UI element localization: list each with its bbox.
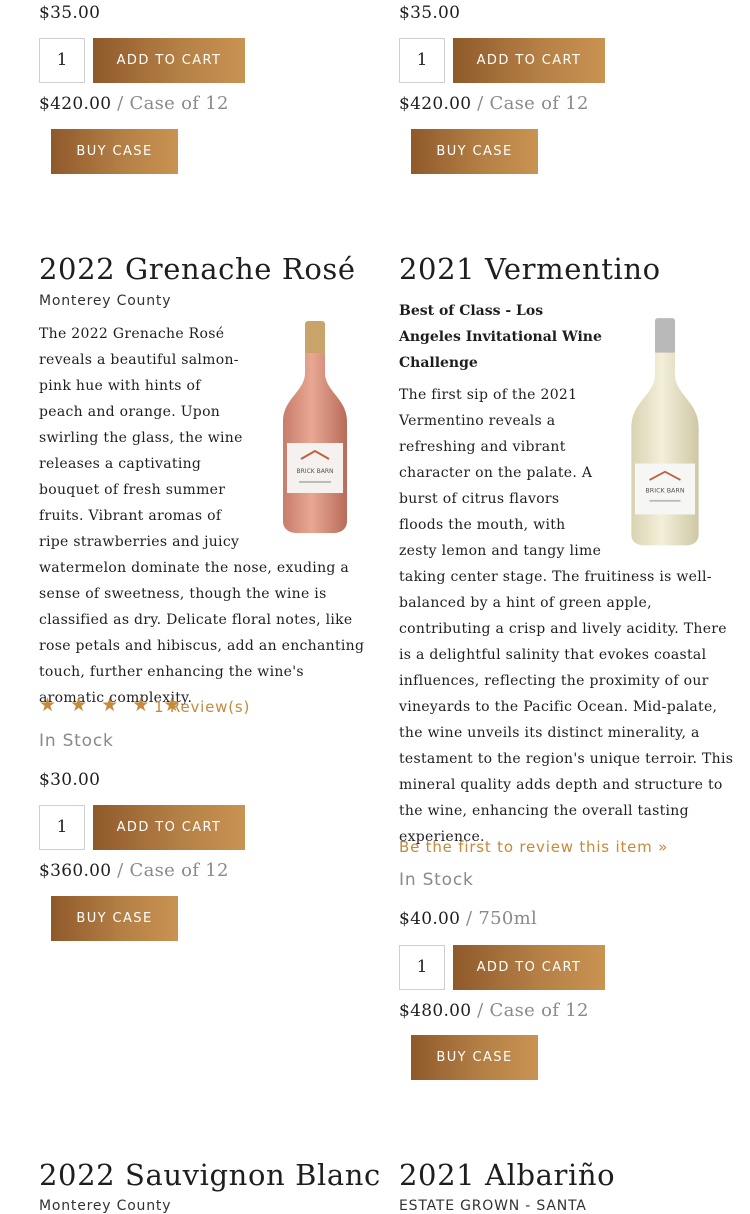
product-description-block: BRICK BARN The 2022 Grenache Rosé reveal… (39, 321, 369, 711)
quantity-input[interactable]: 1 (39, 38, 85, 83)
case-label: / Case of 12 (117, 860, 229, 881)
product-title[interactable]: 2022 Sauvignon Blanc (39, 1158, 381, 1192)
case-price: $360.00 / Case of 12 (39, 860, 229, 881)
case-price-value: $480.00 (399, 1001, 472, 1021)
rose-bottle-image[interactable]: BRICK BARN (259, 321, 369, 536)
unit-price: $35.00 (399, 3, 461, 23)
case-price-value: $360.00 (39, 861, 112, 881)
buy-case-button[interactable]: BUY CASE (411, 129, 538, 174)
case-price-value: $420.00 (39, 94, 112, 114)
product-region: ESTATE GROWN - SANTA (399, 1198, 587, 1214)
quantity-input[interactable]: 1 (399, 38, 445, 83)
product-title[interactable]: 2021 Albariño (399, 1158, 615, 1192)
buy-case-button[interactable]: BUY CASE (51, 129, 178, 174)
unit-price: $40.00 / 750ml (399, 908, 537, 929)
price-unit: / 750ml (466, 908, 538, 929)
product-title[interactable]: 2022 Grenache Rosé (39, 252, 356, 286)
unit-price: $35.00 (39, 3, 101, 23)
add-to-cart-button[interactable]: ADD TO CART (453, 38, 605, 83)
add-to-cart-button[interactable]: ADD TO CART (93, 805, 245, 850)
first-review-link[interactable]: Be the first to review this item » (399, 838, 668, 856)
product-region: Monterey County (39, 1198, 172, 1214)
product-description-block: BRICK BARN Best of Class - Los Angeles I… (399, 298, 733, 850)
vermentino-bottle-image[interactable]: BRICK BARN (615, 298, 715, 560)
unit-price: $30.00 (39, 770, 101, 790)
case-price: $420.00 / Case of 12 (399, 93, 589, 114)
award-text: Best of Class - Los Angeles Invitational… (399, 303, 602, 371)
case-price-value: $420.00 (399, 94, 472, 114)
svg-text:BRICK BARN: BRICK BARN (645, 488, 684, 495)
case-price: $480.00 / Case of 12 (399, 1000, 589, 1021)
reviews-link[interactable]: 1 Review(s) (154, 698, 250, 716)
quantity-input[interactable]: 1 (39, 805, 85, 850)
quantity-input[interactable]: 1 (399, 945, 445, 990)
svg-text:BRICK BARN: BRICK BARN (297, 468, 334, 475)
case-label: / Case of 12 (117, 93, 229, 114)
case-label: / Case of 12 (477, 93, 589, 114)
add-to-cart-button[interactable]: ADD TO CART (453, 945, 605, 990)
stock-status: In Stock (39, 731, 114, 751)
case-price: $420.00 / Case of 12 (39, 93, 229, 114)
case-label: / Case of 12 (477, 1000, 589, 1021)
product-region: Monterey County (39, 293, 172, 309)
product-title[interactable]: 2021 Vermentino (399, 252, 661, 286)
buy-case-button[interactable]: BUY CASE (411, 1035, 538, 1080)
stock-status: In Stock (399, 870, 474, 890)
unit-price-value: $40.00 (399, 909, 461, 929)
buy-case-button[interactable]: BUY CASE (51, 896, 178, 941)
add-to-cart-button[interactable]: ADD TO CART (93, 38, 245, 83)
